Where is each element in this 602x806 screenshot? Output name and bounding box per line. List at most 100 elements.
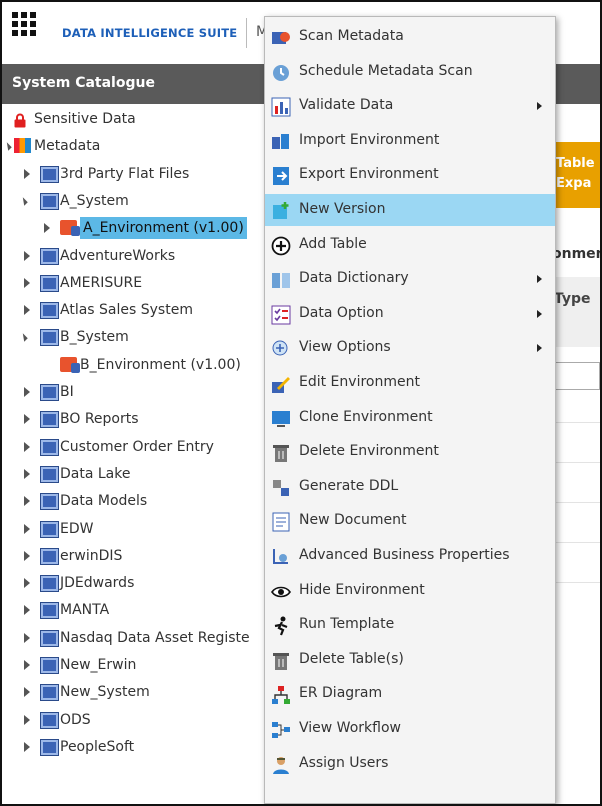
collapse-toggle-icon[interactable] (24, 687, 30, 698)
app-title[interactable]: DATA INTELLIGENCE SUITE (62, 26, 237, 40)
system-icon (40, 738, 59, 756)
tree-node[interactable]: BO Reports (2, 406, 302, 432)
collapse-toggle-icon[interactable] (24, 578, 30, 589)
menu-item-view-options[interactable]: View Options (265, 332, 555, 364)
menu-item-run-template[interactable]: Run Template (265, 609, 555, 641)
collapse-toggle-icon[interactable] (24, 168, 30, 179)
tree-node[interactable]: JDEdwards (2, 570, 302, 596)
tree-node[interactable]: ODS (2, 707, 302, 733)
expand-toggle-icon[interactable] (3, 142, 12, 152)
menu-item-label: Import Environment (299, 131, 440, 148)
tree-node[interactable]: New_Erwin (2, 652, 302, 678)
menu-item-edit-environment[interactable]: Edit Environment (265, 367, 555, 399)
tree-node[interactable]: B_System (2, 324, 302, 350)
collapse-toggle-icon[interactable] (24, 605, 30, 616)
menu-item-export-environment[interactable]: Export Environment (265, 159, 555, 191)
tree-node[interactable]: EDW (2, 516, 302, 542)
clone-environment-icon (271, 409, 291, 429)
collapse-toggle-icon[interactable] (24, 550, 30, 561)
menu-item-er-diagram[interactable]: ER Diagram (265, 678, 555, 710)
grid-divider (550, 462, 600, 463)
tree-node[interactable]: Metadata (2, 133, 302, 159)
tree-node[interactable]: erwinDIS (2, 543, 302, 569)
system-icon (40, 602, 59, 620)
collapse-toggle-icon[interactable] (24, 496, 30, 507)
menu-item-delete-table-s[interactable]: Delete Table(s) (265, 644, 555, 676)
collapse-toggle-icon[interactable] (24, 387, 30, 397)
grid-header: Type (550, 277, 600, 347)
new-document-icon (271, 512, 291, 532)
menu-item-clone-environment[interactable]: Clone Environment (265, 402, 555, 434)
app-grid-icon[interactable] (12, 12, 36, 36)
expand-toggle-icon[interactable] (19, 333, 28, 343)
collapse-toggle-icon[interactable] (24, 414, 30, 425)
menu-item-new-version[interactable]: New Version (265, 194, 555, 226)
menu-item-label: Run Template (299, 616, 395, 633)
collapse-toggle-icon[interactable] (24, 250, 30, 261)
tree-node-label: JDEdwards (60, 575, 135, 592)
menu-item-generate-ddl[interactable]: Generate DDL (265, 471, 555, 503)
tree-node[interactable]: AMERISURE (2, 270, 302, 296)
collapse-toggle-icon[interactable] (24, 277, 30, 288)
menu-item-hide-environment[interactable]: Hide Environment (265, 575, 555, 607)
tree-node-label: Sensitive Data (34, 111, 136, 127)
tree-node[interactable]: New_System (2, 679, 302, 705)
menu-item-validate-data[interactable]: Validate Data (265, 90, 555, 122)
data-dictionary-icon (271, 270, 291, 290)
collapse-toggle-icon[interactable] (24, 632, 30, 643)
menu-item-data-dictionary[interactable]: Data Dictionary (265, 263, 555, 295)
tree-node-label: EDW (60, 520, 94, 537)
collapse-toggle-icon[interactable] (24, 305, 30, 316)
tree-node[interactable]: B_Environment (v1.00) (2, 352, 302, 378)
collapse-toggle-icon[interactable] (24, 441, 30, 452)
menu-item-label: Assign Users (299, 754, 389, 771)
tree-node[interactable]: Sensitive Data (2, 106, 302, 132)
filter-input[interactable] (550, 362, 600, 390)
tree-node[interactable]: BI (2, 379, 302, 405)
menu-item-view-workflow[interactable]: View Workflow (265, 713, 555, 745)
collapse-toggle-icon[interactable] (24, 714, 30, 725)
tree-node-label: 3rd Party Flat Files (60, 165, 190, 182)
context-menu: Scan Metadata Schedule Metadata Scan Valid… (264, 16, 556, 804)
menu-item-advanced-business-properties[interactable]: Advanced Business Properties (265, 540, 555, 572)
menu-item-new-document[interactable]: New Document (265, 505, 555, 537)
tree-node[interactable]: Nasdaq Data Asset Registe (2, 625, 302, 651)
tree-node[interactable]: 3rd Party Flat Files (2, 161, 302, 187)
collapse-toggle-icon[interactable] (44, 223, 50, 234)
system-icon (40, 465, 59, 483)
business-properties-icon (271, 547, 291, 567)
tree-node[interactable]: A_Environment (v1.00) (2, 215, 302, 241)
tree-node[interactable]: Customer Order Entry (2, 434, 302, 460)
type-column-header[interactable]: Type (554, 291, 591, 307)
menu-item-schedule-metadata-scan[interactable]: Schedule Metadata Scan (265, 56, 555, 88)
menu-item-label: Delete Table(s) (299, 650, 404, 667)
collapse-toggle-icon[interactable] (24, 523, 30, 534)
new-version-icon (271, 201, 291, 221)
validate-data-icon (271, 97, 291, 117)
collapse-toggle-icon[interactable] (24, 741, 30, 752)
tree-node[interactable]: Data Lake (2, 461, 302, 487)
menu-item-delete-environment[interactable]: Delete Environment (265, 436, 555, 468)
menu-item-scan-metadata[interactable]: Scan Metadata (265, 21, 555, 53)
menu-item-add-table[interactable]: Add Table (265, 229, 555, 261)
table-card[interactable]: Table Expa (550, 142, 600, 208)
expand-toggle-icon[interactable] (19, 197, 28, 206)
menu-item-import-environment[interactable]: Import Environment (265, 125, 555, 157)
system-icon (40, 302, 59, 320)
menu-item-data-option[interactable]: Data Option (265, 298, 555, 330)
tree-node[interactable]: Data Models (2, 488, 302, 514)
tree-node[interactable]: AdventureWorks (2, 243, 302, 269)
menu-item-label: New Document (299, 512, 407, 529)
system-icon (40, 684, 59, 702)
menu-item-assign-users[interactable]: Assign Users (265, 748, 555, 780)
tree-node[interactable]: Atlas Sales System (2, 297, 302, 323)
sidebar-title: System Catalogue (12, 75, 155, 91)
tree-node[interactable]: A_System (2, 188, 302, 214)
tree-node[interactable]: PeopleSoft (2, 734, 302, 760)
menu-item-label: Data Option (299, 304, 384, 321)
tree-node[interactable]: MANTA (2, 597, 302, 623)
er-diagram-icon (271, 685, 291, 705)
collapse-toggle-icon[interactable] (24, 468, 30, 479)
collapse-toggle-icon[interactable] (24, 660, 30, 670)
system-icon (40, 575, 59, 593)
